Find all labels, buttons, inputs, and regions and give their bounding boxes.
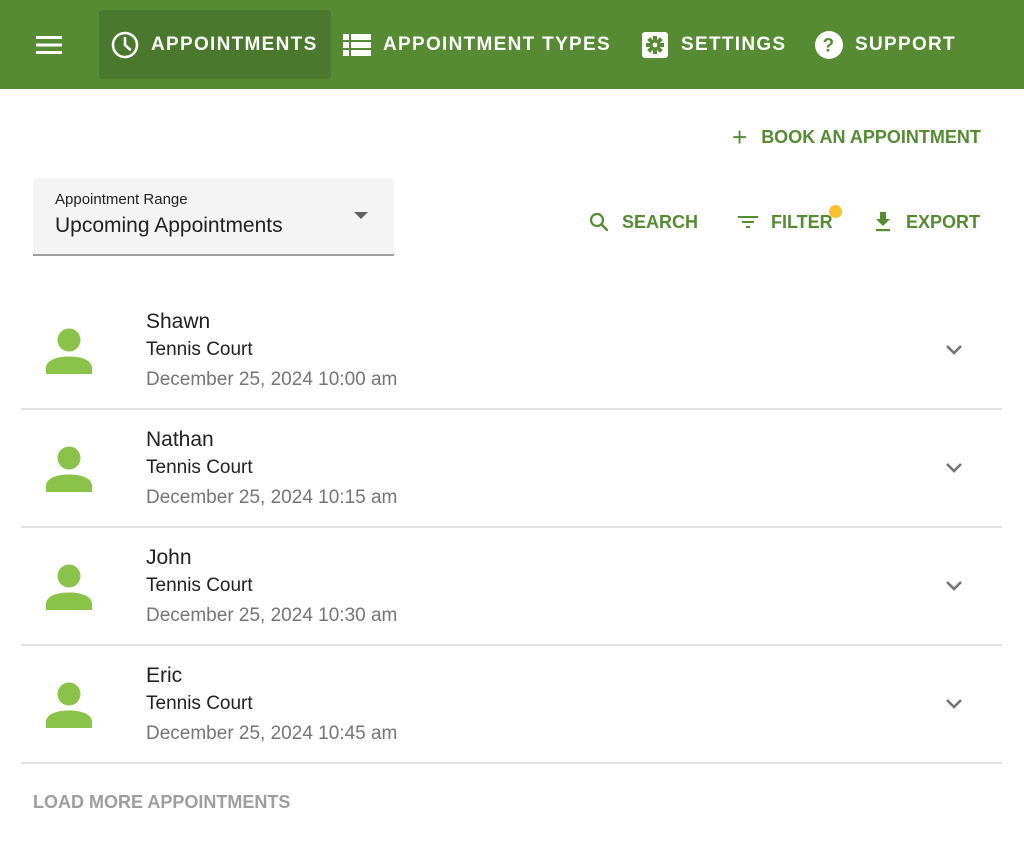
person-icon <box>46 682 92 728</box>
help-circle-icon: ? <box>815 30 843 59</box>
filter-icon <box>737 211 759 233</box>
appointment-datetime: December 25, 2024 10:45 am <box>146 723 398 744</box>
search-button[interactable]: SEARCH <box>588 206 698 238</box>
appointment-range-value: Upcoming Appointments <box>55 214 283 237</box>
search-icon <box>588 211 610 233</box>
nav-appointments-label: APPOINTMENTS <box>151 33 318 55</box>
nav-support-label: SUPPORT <box>855 33 956 55</box>
nav-settings-label: SETTINGS <box>681 33 787 55</box>
appointment-datetime: December 25, 2024 10:30 am <box>146 605 398 626</box>
nav-support[interactable]: ? SUPPORT <box>815 10 956 79</box>
top-app-bar: APPOINTMENTS APPOINTMENT TYPES SETTINGS … <box>0 0 1024 89</box>
appointment-range-select[interactable]: Appointment Range Upcoming Appointments <box>33 178 394 256</box>
load-more-button[interactable]: LOAD MORE APPOINTMENTS <box>33 792 290 813</box>
chevron-down-icon <box>946 463 962 473</box>
person-icon <box>46 328 92 374</box>
search-label: SEARCH <box>622 211 699 232</box>
chevron-down-icon <box>946 345 962 355</box>
expand-button[interactable] <box>939 338 969 362</box>
book-appointment-button[interactable]: + BOOK AN APPOINTMENT <box>732 122 981 152</box>
appointment-name: Eric <box>146 664 183 687</box>
nav-appointment-types[interactable]: APPOINTMENT TYPES <box>343 10 611 79</box>
expand-button[interactable] <box>939 692 969 716</box>
export-button[interactable]: EXPORT <box>872 206 980 238</box>
appointment-row[interactable]: Shawn Tennis Court December 25, 2024 10:… <box>21 292 1002 410</box>
nav-appointments[interactable]: APPOINTMENTS <box>99 10 331 79</box>
expand-button[interactable] <box>939 574 969 598</box>
appointment-name: Nathan <box>146 428 214 451</box>
nav-settings[interactable]: SETTINGS <box>641 10 786 79</box>
appointment-row[interactable]: Eric Tennis Court December 25, 2024 10:4… <box>21 646 1002 764</box>
appointment-datetime: December 25, 2024 10:15 am <box>146 487 398 508</box>
appointment-row[interactable]: Nathan Tennis Court December 25, 2024 10… <box>21 410 1002 528</box>
menu-button[interactable] <box>26 22 72 68</box>
appointment-type: Tennis Court <box>146 457 253 478</box>
plus-icon: + <box>732 122 748 152</box>
appointment-list: Shawn Tennis Court December 25, 2024 10:… <box>21 292 1002 764</box>
hamburger-menu-icon <box>36 36 62 54</box>
download-icon <box>872 211 894 233</box>
appointment-datetime: December 25, 2024 10:00 am <box>146 369 398 390</box>
appointment-name: Shawn <box>146 310 211 333</box>
filter-active-badge <box>829 205 842 218</box>
filter-label: FILTER <box>771 211 833 232</box>
gear-icon <box>641 31 669 59</box>
appointment-type: Tennis Court <box>146 339 253 360</box>
appointment-type: Tennis Court <box>146 693 253 714</box>
clock-icon <box>111 31 139 59</box>
appointment-row[interactable]: John Tennis Court December 25, 2024 10:3… <box>21 528 1002 646</box>
expand-button[interactable] <box>939 456 969 480</box>
filter-button[interactable]: FILTER <box>737 205 842 238</box>
export-label: EXPORT <box>906 211 981 232</box>
appointment-type: Tennis Court <box>146 575 253 596</box>
person-icon <box>46 446 92 492</box>
book-appointment-label: BOOK AN APPOINTMENT <box>761 126 981 147</box>
dropdown-arrow-icon <box>354 212 368 219</box>
svg-text:?: ? <box>823 35 836 56</box>
chevron-down-icon <box>946 581 962 591</box>
nav-appointment-types-label: APPOINTMENT TYPES <box>383 33 611 55</box>
appointment-name: John <box>146 546 192 569</box>
chevron-down-icon <box>946 699 962 709</box>
person-icon <box>46 564 92 610</box>
appointment-range-label: Appointment Range <box>55 191 188 208</box>
list-icon <box>343 31 371 59</box>
